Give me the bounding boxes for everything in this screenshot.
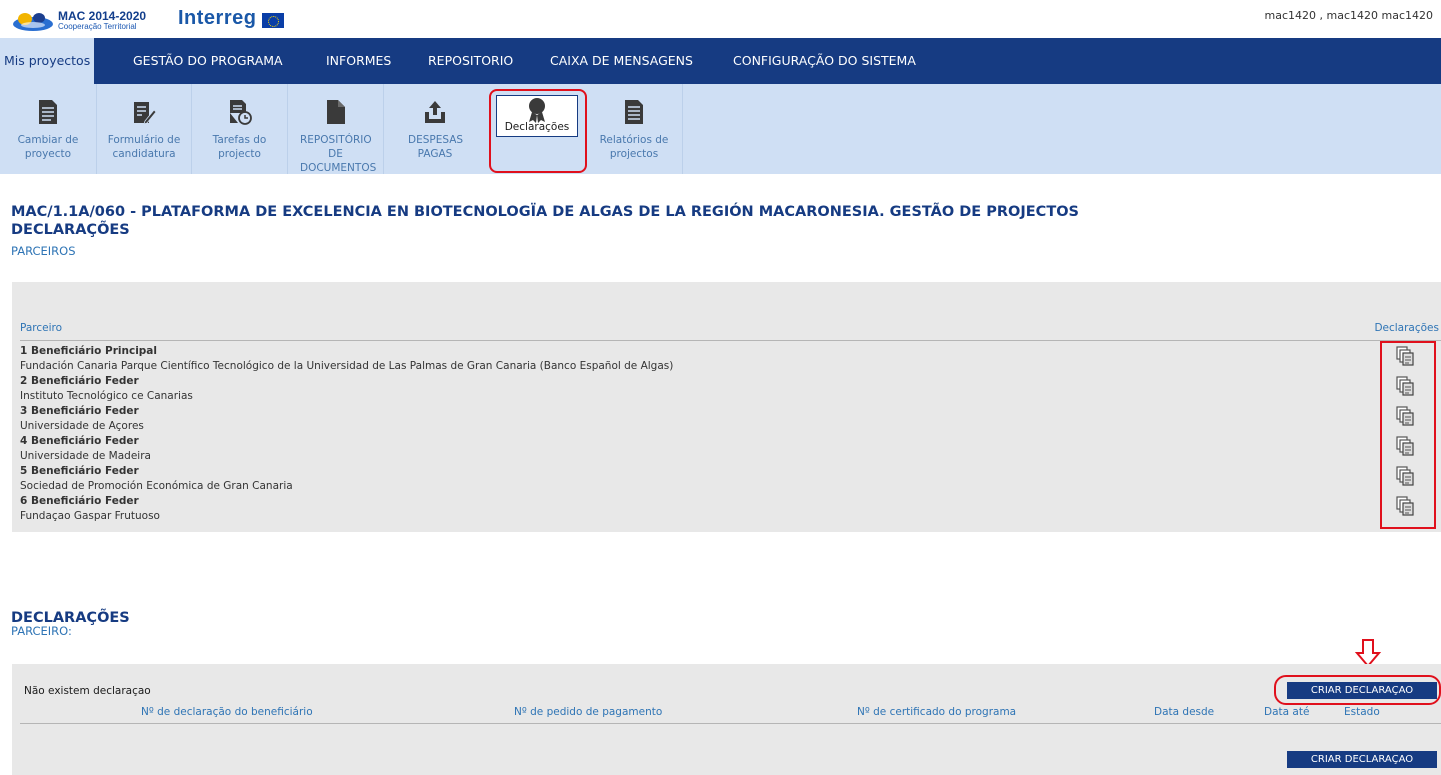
upload-icon (425, 101, 445, 123)
highlight-declaration-icons (1380, 341, 1436, 529)
document-icon (39, 100, 57, 124)
partner-role: 6 Beneficiário Feder (20, 495, 139, 507)
report-icon (625, 100, 643, 124)
col-program-certificate-no[interactable]: Nº de certificado do programa (857, 706, 1016, 718)
tool-label: REPOSITÓRIO DE DOCUMENTOS (300, 134, 377, 174)
user-info[interactable]: mac1420 , mac1420 mac1420 (1265, 9, 1433, 22)
highlight-declaracoes-tool (489, 89, 587, 173)
partner-role: 5 Beneficiário Feder (20, 465, 139, 477)
empty-message: Não existem declaraçao (24, 685, 151, 697)
mac-logo-subtitle: Cooperação Territorial (58, 22, 137, 31)
declarations-panel (12, 664, 1441, 775)
partner-role: 4 Beneficiário Feder (20, 435, 139, 447)
mac-globe-icon (13, 13, 53, 31)
partner-name: Universidade de Açores (20, 420, 144, 432)
col-date-from[interactable]: Data desde (1154, 706, 1214, 718)
tool-label: Tarefas do projecto (212, 134, 267, 160)
toolbar-divider (682, 84, 683, 174)
nav-informes[interactable]: INFORMES (326, 38, 391, 84)
declarations-subtitle: PARCEIRO: (11, 624, 72, 638)
nav-configuracao-do-sistema[interactable]: CONFIGURAÇÃO DO SISTEMA (733, 38, 916, 84)
nav-repositorio[interactable]: REPOSITORIO (428, 38, 513, 84)
create-declaration-button-bottom[interactable]: CRIAR DECLARAÇAO (1287, 751, 1437, 768)
page-title: MAC/1.1A/060 - PLATAFORMA DE EXCELENCIA … (11, 204, 1079, 220)
partner-role: 1 Beneficiário Principal (20, 345, 157, 357)
main-nav: Mis proyectos GESTÃO DO PROGRAMA INFORME… (0, 38, 1441, 84)
tool-repositorio-de-documentos[interactable]: REPOSITÓRIO DE DOCUMENTOS (287, 84, 383, 174)
tool-despesas-pagas[interactable]: DESPESAS PAGAS (383, 84, 486, 174)
declarations-col-header[interactable]: Declarações (1374, 322, 1439, 334)
nav-caixa-de-mensagens[interactable]: CAIXA DE MENSAGENS (550, 38, 693, 84)
partner-row[interactable]: 1 Beneficiário Principal Fundación Canar… (20, 344, 673, 374)
top-header: MAC 2014-2020 Cooperação Territorial Int… (0, 0, 1441, 38)
section-title: DECLARAÇÕES (11, 222, 130, 238)
project-toolbar: Cambiar de proyecto Formulário de candid… (0, 84, 1441, 174)
partner-name: Universidade de Madeira (20, 450, 151, 462)
tool-formulario-de-candidatura[interactable]: Formulário de candidatura (96, 84, 191, 174)
partner-role: 2 Beneficiário Feder (20, 375, 139, 387)
clock-document-icon (229, 100, 252, 125)
tool-label: Cambiar de proyecto (17, 134, 79, 160)
mac-logo[interactable]: MAC 2014-2020 Cooperação Territorial (12, 6, 172, 34)
partner-row[interactable]: 4 Beneficiário Feder Universidade de Mad… (20, 434, 151, 464)
tool-cambiar-de-proyecto[interactable]: Cambiar de proyecto (0, 84, 96, 174)
tool-relatorios-de-projectos[interactable]: Relatórios de projectos (586, 84, 682, 174)
file-icon (326, 100, 345, 124)
tool-label: Relatórios de projectos (599, 134, 669, 160)
partner-name: Fundación Canaria Parque Científico Tecn… (20, 360, 674, 372)
col-payment-request-no[interactable]: Nº de pedido de pagamento (514, 706, 662, 718)
eu-flag-icon (262, 13, 284, 28)
interreg-logo-text: Interreg (178, 7, 257, 29)
tool-label: Formulário de candidatura (107, 134, 181, 160)
col-beneficiary-declaration-no[interactable]: Nº de declaração do beneficiário (141, 706, 313, 718)
nav-mis-proyectos[interactable]: Mis proyectos (0, 38, 95, 84)
partner-name: Sociedad de Promoción Económica de Gran … (20, 480, 293, 492)
partners-header-divider (20, 340, 1441, 341)
partners-panel (12, 282, 1441, 532)
section-subtitle: PARCEIROS (11, 244, 76, 258)
tool-tarefas-do-projecto[interactable]: Tarefas do projecto (191, 84, 287, 174)
partner-role: 3 Beneficiário Feder (20, 405, 139, 417)
nav-gestao-do-programa[interactable]: GESTÃO DO PROGRAMA (133, 38, 283, 84)
col-status[interactable]: Estado (1344, 706, 1380, 718)
mac-logo-title: MAC 2014-2020 (58, 9, 147, 23)
partner-name: Instituto Tecnológico ce Canarias (20, 390, 193, 402)
col-date-to[interactable]: Data até (1264, 706, 1309, 718)
tool-label: DESPESAS PAGAS (408, 134, 464, 160)
interreg-logo[interactable]: Interreg (178, 7, 298, 33)
partner-row[interactable]: 6 Beneficiário Feder Fundaçao Gaspar Fru… (20, 494, 160, 524)
partner-row[interactable]: 3 Beneficiário Feder Universidade de Aço… (20, 404, 144, 434)
declarations-header-divider (20, 723, 1441, 724)
highlight-create-button (1274, 675, 1441, 705)
partners-col-header[interactable]: Parceiro (20, 322, 62, 334)
partner-name: Fundaçao Gaspar Frutuoso (20, 510, 160, 522)
form-edit-icon (134, 102, 156, 125)
partner-row[interactable]: 5 Beneficiário Feder Sociedad de Promoci… (20, 464, 293, 494)
partner-row[interactable]: 2 Beneficiário Feder Instituto Tecnológi… (20, 374, 193, 404)
